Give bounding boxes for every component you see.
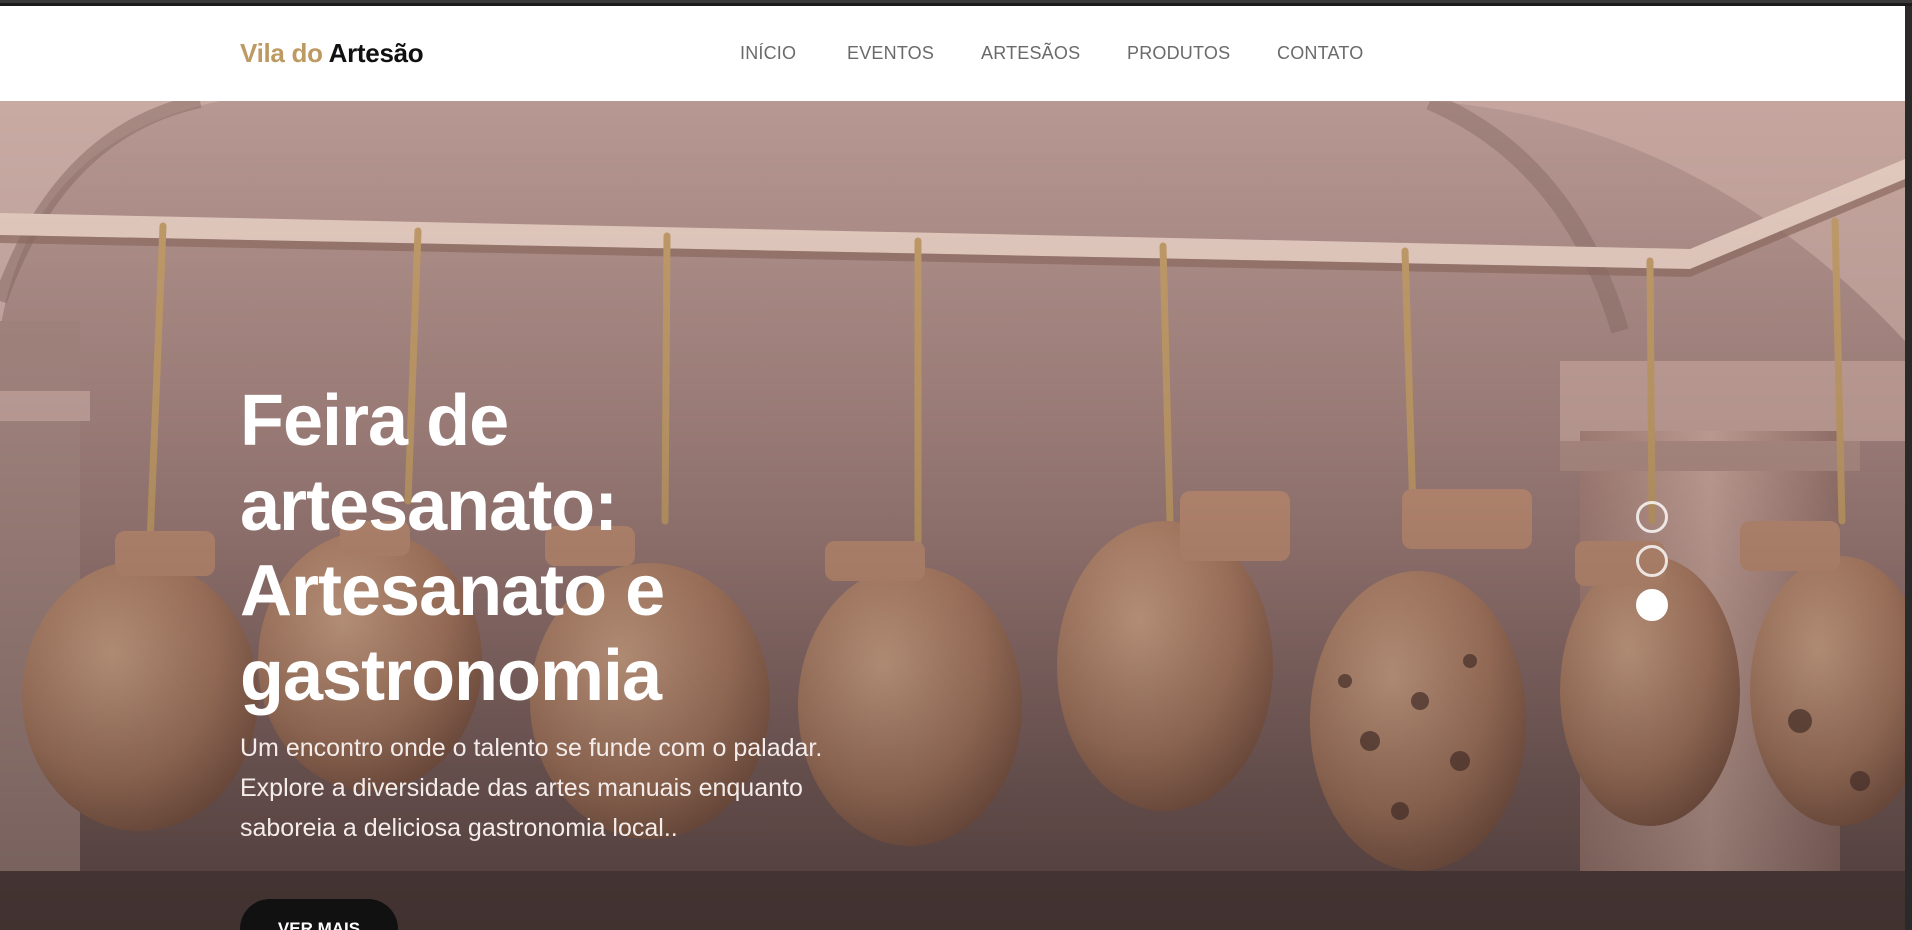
logo-main-text: Artesão	[328, 38, 424, 68]
hero-title-line: Artesanato e	[240, 551, 665, 631]
slider-dot-3-active[interactable]	[1636, 589, 1668, 621]
browser-window: Vila do Artesão INÍCIO EVENTOS ARTESÃOS …	[0, 0, 1912, 930]
nav-item-produtos[interactable]: PRODUTOS	[1127, 43, 1230, 64]
nav-item-eventos[interactable]: EVENTOS	[847, 43, 934, 64]
hero-title-line: gastronomia	[240, 636, 662, 716]
hero-description: Um encontro onde o talento se funde com …	[240, 728, 900, 848]
logo-accent-text: Vila do	[240, 38, 323, 68]
nav-item-artesaos[interactable]: ARTESÃOS	[981, 43, 1080, 64]
slider-dot-2[interactable]	[1636, 545, 1668, 577]
slider-dot-1[interactable]	[1636, 501, 1668, 533]
hero-slider: Feira de artesanato: Artesanato e gastro…	[0, 101, 1905, 930]
site-logo[interactable]: Vila do Artesão	[240, 38, 424, 69]
hero-description-line: saboreia a deliciosa gastronomia local..	[240, 814, 678, 842]
slider-indicators	[1636, 501, 1668, 631]
hero-title-line: artesanato:	[240, 466, 618, 546]
hero-title: Feira de artesanato: Artesanato e gastro…	[240, 379, 800, 719]
hero-description-line: Explore a diversidade das artes manuais …	[240, 774, 803, 802]
hero-description-line: Um encontro onde o talento se funde com …	[240, 734, 823, 762]
hero-title-line: Feira de	[240, 381, 509, 461]
nav-item-contato[interactable]: CONTATO	[1277, 43, 1363, 64]
page-scrollbar[interactable]	[1905, 6, 1912, 930]
ver-mais-button[interactable]: VER MAIS	[240, 899, 398, 930]
site-header: Vila do Artesão INÍCIO EVENTOS ARTESÃOS …	[0, 6, 1905, 101]
nav-item-inicio[interactable]: INÍCIO	[740, 43, 796, 64]
